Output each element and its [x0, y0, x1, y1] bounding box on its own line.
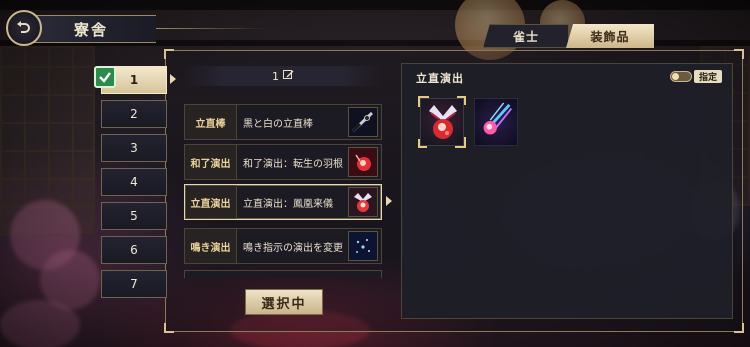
effect-panel: 立直演出 指定: [401, 63, 733, 319]
item-name: 和了演出：転生の羽根: [243, 158, 343, 170]
header-divider: [156, 28, 266, 29]
list-item-call-effect[interactable]: 鳴き演出 鳴き指示の演出を変更: [184, 228, 382, 264]
item-name: 黒と白の立直棒: [243, 118, 313, 130]
preset-button-2[interactable]: 2: [101, 100, 167, 128]
preset-label: 2: [130, 107, 138, 121]
designate-label: 指定: [693, 70, 722, 83]
list-item-riichi-effect[interactable]: 立直演出 立直演出：鳳凰来儀: [184, 184, 382, 220]
red-feather-icon: [348, 147, 378, 177]
list-item-riichi-stick[interactable]: 立直棒 黒と白の立直棒: [184, 104, 382, 140]
page-title: 寮舎: [74, 20, 109, 39]
in-use-label: 選択中: [261, 296, 307, 312]
tab-accessory-label: 装飾品: [590, 29, 630, 44]
preset-button-7[interactable]: 7: [101, 270, 167, 298]
riichi-stick-icon: [348, 107, 378, 137]
tab-accessory[interactable]: 装飾品: [566, 24, 654, 48]
panel-title: 立直演出: [416, 72, 464, 85]
preset-name: 1: [272, 69, 279, 83]
preset-button-5[interactable]: 5: [101, 202, 167, 230]
comet-effect-icon: [474, 98, 518, 146]
effect-option-comet[interactable]: [472, 96, 520, 148]
phoenix-icon: [348, 187, 378, 217]
item-category: 鳴き演出: [185, 229, 237, 263]
preset-label: 6: [130, 243, 138, 257]
preset-name-bar[interactable]: 1: [184, 66, 382, 86]
preset-label: 7: [130, 277, 138, 291]
preset-label: 4: [130, 175, 138, 189]
edit-icon[interactable]: [283, 69, 294, 83]
preset-label: 1: [129, 73, 139, 87]
item-name: 立直演出：鳳凰来儀: [243, 198, 333, 210]
designate-toggle-group: 指定: [669, 70, 722, 83]
header-bar: 寮舎: [30, 15, 156, 43]
tab-jantou-label: 雀士: [512, 29, 539, 44]
tab-jantou[interactable]: 雀士: [483, 24, 569, 48]
back-arrow-icon: [15, 19, 33, 37]
in-use-button[interactable]: 選択中: [245, 289, 323, 315]
preset-label: 5: [130, 209, 138, 223]
designate-toggle[interactable]: [669, 71, 692, 82]
preset-button-6[interactable]: 6: [101, 236, 167, 264]
active-preset-arrow-icon: [170, 74, 176, 84]
preset-label: 3: [130, 141, 138, 155]
checkmark-icon: [94, 66, 116, 88]
item-category: 立直棒: [185, 105, 237, 139]
list-item-win-effect[interactable]: 和了演出 和了演出：転生の羽根: [184, 144, 382, 180]
selected-item-arrow-icon: [386, 196, 392, 206]
sparkle-icon: [348, 231, 378, 261]
preset-button-4[interactable]: 4: [101, 168, 167, 196]
item-name: 鳴き指示の演出を変更: [243, 242, 343, 254]
item-category: 和了演出: [185, 145, 237, 179]
item-category: 立直演出: [185, 185, 237, 219]
effect-option-phoenix[interactable]: [418, 96, 466, 148]
list-item-partial: [184, 270, 382, 278]
preset-button-3[interactable]: 3: [101, 134, 167, 162]
